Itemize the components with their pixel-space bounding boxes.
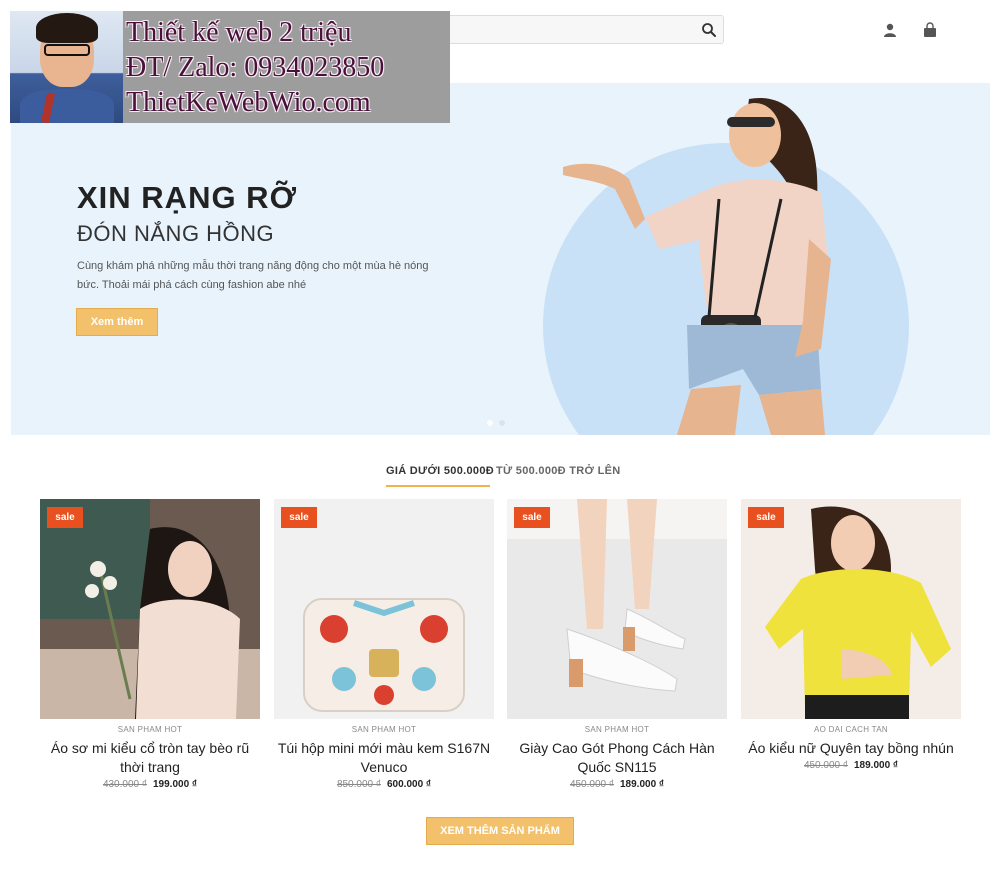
hero-title: XIN RẠNG RỠ bbox=[77, 180, 298, 215]
product-name[interactable]: Túi hộp mini mới màu kem S167N Venuco bbox=[274, 739, 494, 777]
search-icon[interactable] bbox=[701, 22, 717, 38]
product-price: 850.000 ₫ 600.000 ₫ bbox=[274, 779, 494, 790]
promo-line-1: Thiết kế web 2 triệu bbox=[126, 17, 352, 48]
product-name[interactable]: Giày Cao Gót Phong Cách Hàn Quốc SN115 bbox=[507, 739, 727, 777]
hero-description: Cùng khám phá những mẫu thời trang năng … bbox=[77, 260, 429, 291]
product-price: 450.000 ₫ 189.000 ₫ bbox=[507, 779, 727, 790]
product-price: 450.000 ₫ 189.000 ₫ bbox=[741, 760, 961, 771]
user-icon[interactable] bbox=[882, 22, 898, 38]
sale-price: 189.000 ₫ bbox=[620, 779, 665, 790]
page: hic iu bbox=[0, 0, 1000, 874]
sale-badge: sale bbox=[47, 507, 83, 528]
sale-price: 600.000 ₫ bbox=[387, 779, 432, 790]
product-category[interactable]: SAN PHAM HOT bbox=[507, 725, 727, 734]
tab-over-500k[interactable]: TỪ 500.000Đ TRỞ LÊN bbox=[496, 465, 620, 477]
old-price: 430.000 ₫ bbox=[102, 779, 147, 790]
promo-avatar bbox=[10, 11, 123, 123]
tab-under-500k[interactable]: GIÁ DƯỚI 500.000Đ bbox=[386, 465, 494, 477]
slider-dots bbox=[487, 413, 511, 431]
sale-badge: sale bbox=[281, 507, 317, 528]
product-image[interactable]: sale bbox=[507, 499, 727, 719]
slider-dot[interactable] bbox=[499, 420, 505, 426]
hero-cta-button[interactable]: Xem thêm bbox=[76, 308, 158, 336]
old-price: 450.000 ₫ bbox=[569, 779, 614, 790]
old-price: 450.000 ₫ bbox=[803, 760, 848, 771]
hero-slider[interactable]: XIN RẠNG RỠ ĐÓN NẮNG HỒNG Cùng khám phá … bbox=[11, 83, 990, 435]
promo-line-2: ĐT/ Zalo: 0934023850 bbox=[126, 52, 385, 83]
sale-price: 199.000 ₫ bbox=[153, 779, 198, 790]
hero-model-image bbox=[563, 97, 831, 435]
search-input[interactable] bbox=[435, 21, 685, 39]
promo-line-3: ThietKeWebWio.com bbox=[126, 87, 371, 118]
search-form bbox=[426, 15, 724, 44]
product-image[interactable]: sale bbox=[741, 499, 961, 719]
product-image[interactable]: sale bbox=[40, 499, 260, 719]
sale-badge: sale bbox=[514, 507, 550, 528]
cart-icon[interactable] bbox=[922, 22, 938, 38]
tab-active-indicator bbox=[386, 485, 490, 487]
promo-text: Thiết kế web 2 triệu ĐT/ Zalo: 093402385… bbox=[126, 15, 450, 120]
product-category[interactable]: SAN PHAM HOT bbox=[274, 725, 494, 734]
view-more-products-button[interactable]: XEM THÊM SẢN PHẨM bbox=[426, 817, 574, 845]
slider-dot-active[interactable] bbox=[487, 420, 493, 426]
promo-overlay: Thiết kế web 2 triệu ĐT/ Zalo: 093402385… bbox=[10, 11, 450, 123]
sale-badge: sale bbox=[748, 507, 784, 528]
sale-price: 189.000 ₫ bbox=[854, 760, 899, 771]
hero-subtitle: ĐÓN NẮNG HỒNG bbox=[77, 221, 275, 246]
old-price: 850.000 ₫ bbox=[336, 779, 381, 790]
product-name[interactable]: Áo kiểu nữ Quyên tay bồng nhún bbox=[741, 739, 961, 758]
product-category[interactable]: AO DAI CACH TAN bbox=[741, 725, 961, 734]
product-image[interactable]: sale bbox=[274, 499, 494, 719]
product-category[interactable]: SAN PHAM HOT bbox=[40, 725, 260, 734]
product-price: 430.000 ₫ 199.000 ₫ bbox=[40, 779, 260, 790]
product-name[interactable]: Áo sơ mi kiểu cổ tròn tay bèo rũ thời tr… bbox=[40, 739, 260, 777]
